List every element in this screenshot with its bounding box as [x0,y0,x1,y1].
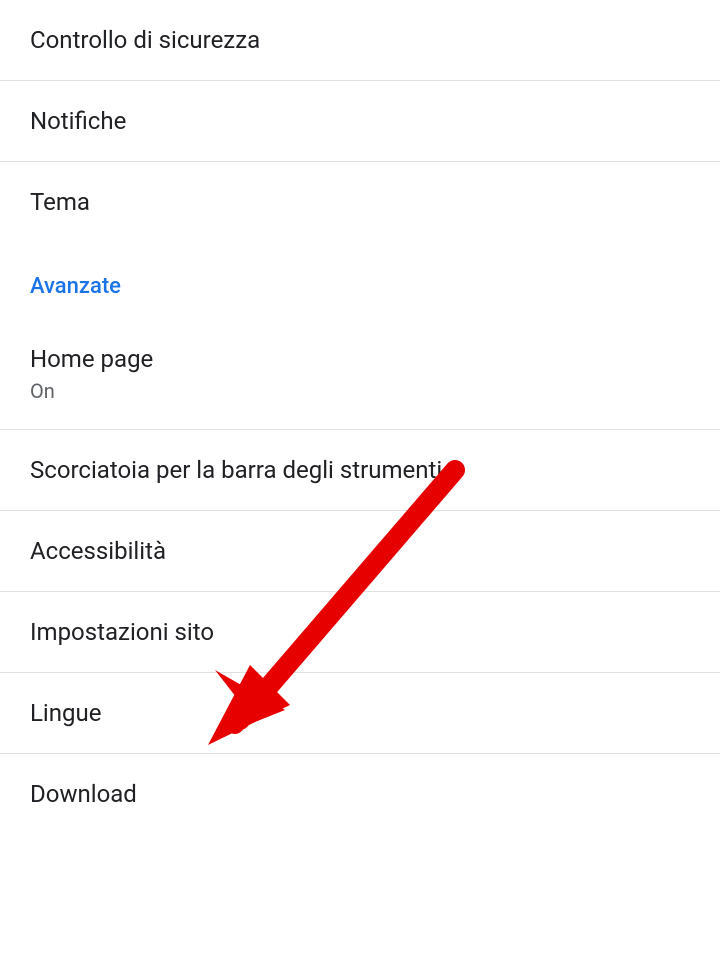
item-title: Notifiche [30,107,690,135]
item-title: Scorciatoia per la barra degli strumenti [30,456,690,484]
settings-item-theme[interactable]: Tema [0,162,720,242]
settings-item-toolbar-shortcut[interactable]: Scorciatoia per la barra degli strumenti [0,430,720,511]
settings-item-notifications[interactable]: Notifiche [0,81,720,162]
item-title: Lingue [30,699,690,727]
section-header-advanced: Avanzate [0,242,720,319]
settings-item-languages[interactable]: Lingue [0,673,720,754]
settings-item-home-page[interactable]: Home page On [0,319,720,430]
item-title: Impostazioni sito [30,618,690,646]
item-title: Tema [30,188,690,216]
settings-item-accessibility[interactable]: Accessibilità [0,511,720,592]
settings-list: Controllo di sicurezza Notifiche Tema Av… [0,0,720,834]
item-title: Controllo di sicurezza [30,26,690,54]
settings-item-download[interactable]: Download [0,754,720,834]
item-title: Home page [30,345,690,373]
item-title: Accessibilità [30,537,690,565]
settings-item-site-settings[interactable]: Impostazioni sito [0,592,720,673]
settings-item-safety-check[interactable]: Controllo di sicurezza [0,0,720,81]
item-subtitle: On [30,379,690,403]
item-title: Download [30,780,690,808]
